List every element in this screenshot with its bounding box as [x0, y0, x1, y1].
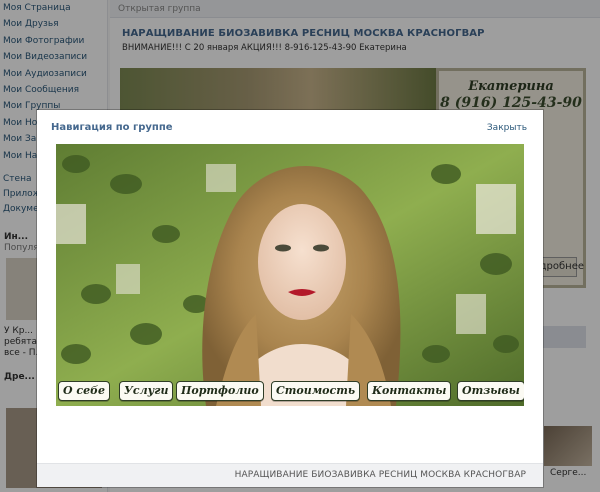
menu-contacts[interactable]: Контакты	[367, 381, 452, 401]
modal-footer: НАРАЩИВАНИЕ БИОЗАВИВКА РЕСНИЦ МОСКВА КРА…	[37, 463, 543, 487]
banner-photo	[56, 144, 524, 406]
menu-services[interactable]: Услуги	[119, 381, 174, 401]
menu-pricing[interactable]: Стоимость	[271, 381, 361, 401]
modal-header: Навигация по группе Закрыть	[37, 110, 543, 144]
modal-title: Навигация по группе	[51, 122, 173, 133]
modal-footer-title: НАРАЩИВАНИЕ БИОЗАВИВКА РЕСНИЦ МОСКВА КРА…	[234, 470, 526, 480]
menu-about[interactable]: О себе	[58, 381, 111, 401]
menu-reviews[interactable]: Отзывы	[457, 381, 524, 401]
close-button[interactable]: Закрыть	[487, 123, 527, 133]
navigation-banner: О себе Услуги Портфолио Стоимость Контак…	[56, 144, 524, 406]
menu-portfolio[interactable]: Портфолио	[176, 381, 264, 401]
group-navigation-modal: Навигация по группе Закрыть О себе Услуг…	[37, 110, 543, 487]
